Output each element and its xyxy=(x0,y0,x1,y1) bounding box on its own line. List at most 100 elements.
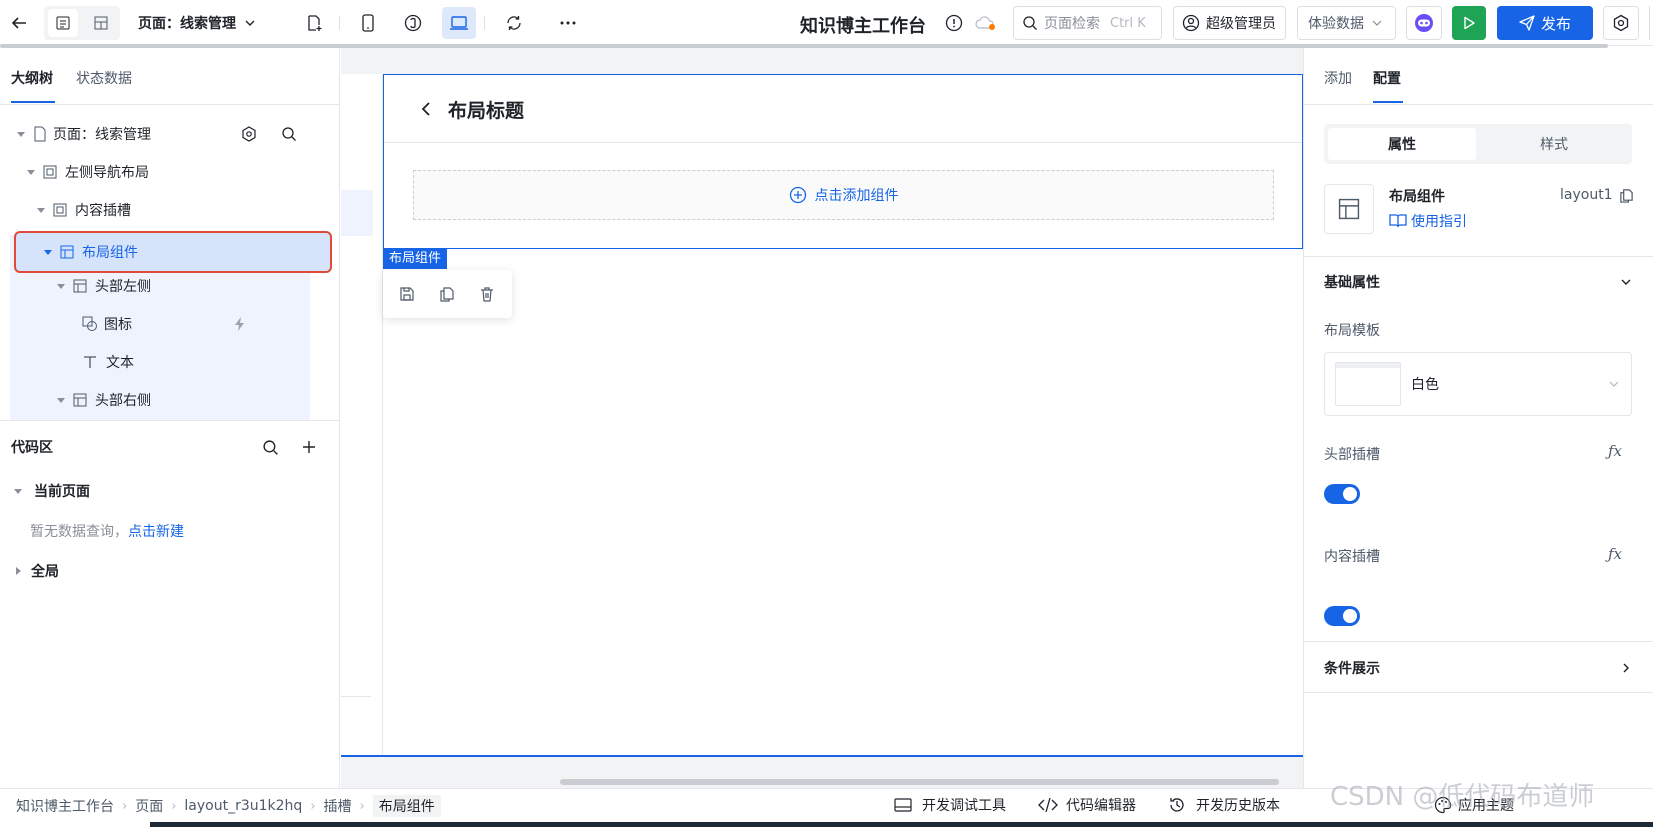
chevron-down-icon xyxy=(1609,381,1619,387)
info-icon[interactable] xyxy=(944,13,964,33)
layout-template-select[interactable]: 白色 xyxy=(1324,352,1632,416)
code-editor-button[interactable]: 代码编辑器 xyxy=(1038,795,1136,815)
component-name: 布局组件 xyxy=(1389,189,1445,205)
code-current-page[interactable]: 当前页面 xyxy=(14,481,90,501)
basic-properties-label: 基础属性 xyxy=(1324,275,1380,291)
tree-node-header-right[interactable]: 头部右侧 xyxy=(10,381,340,419)
tree-node-icon[interactable]: 图标 xyxy=(10,305,340,343)
settings-button[interactable] xyxy=(1603,6,1639,40)
add-component-placeholder[interactable]: 点击添加组件 xyxy=(413,170,1274,220)
miniprogram-preview-icon[interactable] xyxy=(399,9,427,37)
dev-debug-tool-button[interactable]: 开发调试工具 xyxy=(894,795,1006,815)
segment-properties-label: 属性 xyxy=(1388,137,1416,153)
tab-outline-tree[interactable]: 大纲树 xyxy=(11,68,53,88)
add-component-label: 点击添加组件 xyxy=(814,188,899,204)
layout-template-label: 布局模板 xyxy=(1324,323,1380,339)
breadcrumb-separator-icon: › xyxy=(171,798,177,814)
user-role-button[interactable]: 超级管理员 xyxy=(1173,6,1286,40)
breadcrumb-separator-icon: › xyxy=(359,798,365,814)
breadcrumb-item[interactable]: 知识博主工作台 xyxy=(16,796,114,816)
back-chevron-icon[interactable] xyxy=(418,98,434,120)
content-slot-toggle[interactable] xyxy=(1324,606,1360,626)
tree-node-label: 内容插槽 xyxy=(75,203,131,219)
lightning-icon[interactable] xyxy=(232,316,248,332)
copy-icon[interactable] xyxy=(437,284,457,304)
bottom-dark-strip xyxy=(150,822,1653,827)
tab-config-label: 配置 xyxy=(1373,71,1401,87)
tree-node-text[interactable]: 文本 xyxy=(10,343,340,381)
basic-properties-header[interactable]: 基础属性 xyxy=(1324,272,1632,292)
segment-style[interactable]: 样式 xyxy=(1480,128,1628,160)
left-tabs-divider xyxy=(0,104,340,105)
more-icon[interactable] xyxy=(554,9,582,37)
tree-node-label: 页面：线索管理 xyxy=(53,127,151,143)
data-mode-select[interactable]: 体验数据 xyxy=(1297,6,1396,40)
back-arrow-icon[interactable] xyxy=(6,10,32,36)
tab-state-data[interactable]: 状态数据 xyxy=(76,68,132,88)
save-icon[interactable] xyxy=(397,284,417,304)
gear-icon xyxy=(1613,14,1629,32)
code-editor-label: 代码编辑器 xyxy=(1066,798,1136,814)
tab-active-indicator xyxy=(1373,101,1403,103)
cloud-sync-icon[interactable] xyxy=(974,13,998,33)
assistant-button[interactable] xyxy=(1406,6,1442,40)
tab-config[interactable]: 配置 xyxy=(1373,68,1401,88)
usage-guide-link[interactable]: 使用指引 xyxy=(1389,211,1467,231)
dev-history-button[interactable]: 开发历史版本 xyxy=(1168,795,1280,815)
refresh-icon[interactable] xyxy=(500,9,528,37)
add-code-icon[interactable] xyxy=(298,436,320,458)
breadcrumb-current[interactable]: 布局组件 xyxy=(372,795,441,817)
layout-template-value: 白色 xyxy=(1411,377,1439,393)
copy-icon[interactable] xyxy=(1619,188,1634,203)
slot-icon xyxy=(53,203,67,217)
tab-active-indicator xyxy=(11,101,55,103)
shapes-icon xyxy=(82,316,97,331)
tree-node-header-left[interactable]: 头部左侧 xyxy=(10,267,340,305)
tree-node-label: 文本 xyxy=(106,355,134,371)
header-slot-fx-icon[interactable]: ƒx xyxy=(1608,442,1622,460)
breadcrumb-item[interactable]: 页面 xyxy=(135,796,163,816)
selected-component-tag-label: 布局组件 xyxy=(389,251,442,266)
publish-button[interactable]: 发布 xyxy=(1497,6,1593,40)
right-section-divider xyxy=(1303,256,1653,257)
run-button[interactable] xyxy=(1452,6,1486,40)
header-slot-toggle[interactable] xyxy=(1324,484,1360,504)
layout-icon xyxy=(60,245,74,259)
tab-add-label: 添加 xyxy=(1324,71,1352,87)
code-search-icon[interactable] xyxy=(259,436,281,458)
gear-icon[interactable] xyxy=(241,126,257,142)
delete-icon[interactable] xyxy=(477,284,497,304)
add-page-icon[interactable] xyxy=(300,9,328,37)
condition-display-header[interactable]: 条件展示 xyxy=(1324,658,1632,678)
search-icon[interactable] xyxy=(281,126,297,142)
chevron-down-icon xyxy=(1621,279,1631,285)
toolbar-divider xyxy=(339,16,340,30)
layout-view-icon[interactable] xyxy=(86,9,116,37)
template-thumbnail xyxy=(1335,362,1401,406)
code-global[interactable]: 全局 xyxy=(16,561,59,581)
expand-caret-icon xyxy=(14,488,22,494)
tree-node-label: 头部右侧 xyxy=(95,393,151,409)
content-slot-fx-icon[interactable]: ƒx xyxy=(1608,545,1622,563)
tree-node-page[interactable]: 页面：线索管理 xyxy=(10,115,317,153)
segment-properties[interactable]: 属性 xyxy=(1328,128,1476,160)
page-search-box[interactable]: 页面检索 Ctrl K xyxy=(1013,6,1162,40)
page-selector[interactable]: 页面：线索管理 xyxy=(138,12,256,34)
desktop-preview-icon[interactable] xyxy=(442,7,476,39)
mobile-preview-icon[interactable] xyxy=(354,9,382,37)
breadcrumb-item[interactable]: layout_r3u1k2hq xyxy=(184,798,302,814)
selected-component-tag: 布局组件 xyxy=(383,249,448,269)
app-title: 知识博主工作台 xyxy=(800,16,926,37)
outline-view-icon[interactable] xyxy=(48,9,78,37)
code-current-page-label: 当前页面 xyxy=(34,484,90,500)
debug-panel-icon xyxy=(894,798,912,812)
create-query-link[interactable]: 点击新建 xyxy=(128,524,184,540)
tab-add[interactable]: 添加 xyxy=(1324,68,1352,88)
breadcrumb-separator-icon: › xyxy=(122,798,128,814)
condition-display-label: 条件展示 xyxy=(1324,661,1380,677)
tree-node-left-nav-layout[interactable]: 左侧导航布局 xyxy=(10,153,327,191)
canvas-horizontal-scrollbar[interactable] xyxy=(560,779,1279,785)
history-icon xyxy=(1170,798,1184,812)
breadcrumb-item[interactable]: 插槽 xyxy=(324,796,352,816)
tree-node-content-slot[interactable]: 内容插槽 xyxy=(10,191,337,229)
